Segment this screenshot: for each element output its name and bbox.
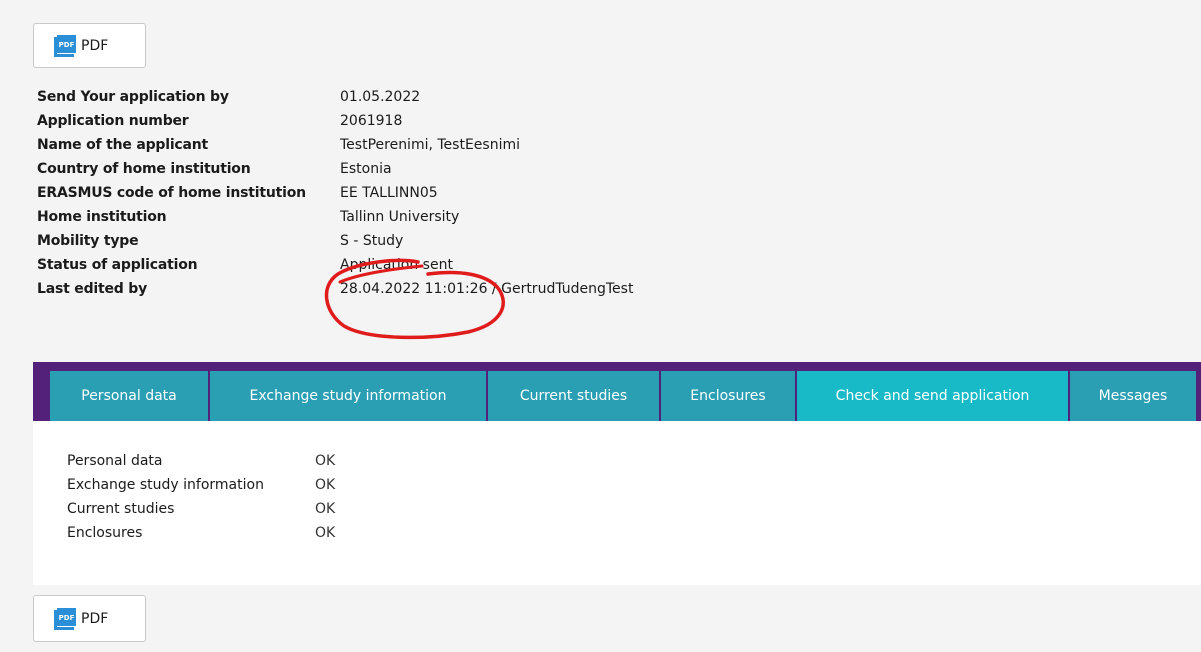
info-row-home-country: Country of home institution Estonia xyxy=(37,157,633,181)
section-label: Enclosures xyxy=(67,525,143,541)
list-item: Personal data OK xyxy=(67,449,335,473)
info-label: Send Your application by xyxy=(37,89,229,105)
info-value: 01.05.2022 xyxy=(340,89,421,105)
info-row-erasmus-code: ERASMUS code of home institution EE TALL… xyxy=(37,181,633,205)
tab-enclosures[interactable]: Enclosures xyxy=(661,371,795,421)
info-label: Home institution xyxy=(37,209,167,225)
info-row-home-institution: Home institution Tallinn University xyxy=(37,205,633,229)
pdf-icon: PDF xyxy=(54,34,76,57)
info-value: 2061918 xyxy=(340,113,403,129)
application-info: Send Your application by 01.05.2022 Appl… xyxy=(37,85,633,301)
section-label: Personal data xyxy=(67,453,163,469)
section-status: OK xyxy=(315,525,336,541)
pdf-download-button-top[interactable]: PDF PDF xyxy=(33,23,146,68)
info-label: Application number xyxy=(37,113,189,129)
info-label: Status of application xyxy=(37,257,198,273)
tab-exchange-study-information[interactable]: Exchange study information xyxy=(210,371,486,421)
pdf-icon: PDF xyxy=(54,607,76,630)
info-value: TestPerenimi, TestEesnimi xyxy=(340,137,520,153)
info-value: Estonia xyxy=(340,161,392,177)
info-row-application-number: Application number 2061918 xyxy=(37,109,633,133)
status-value: Application sent xyxy=(340,257,453,273)
section-status: OK xyxy=(315,453,336,469)
info-label: ERASMUS code of home institution xyxy=(37,185,306,201)
tab-personal-data[interactable]: Personal data xyxy=(50,371,208,421)
info-label: Name of the applicant xyxy=(37,137,209,153)
section-status: OK xyxy=(315,477,336,493)
pdf-button-label: PDF xyxy=(81,610,109,627)
list-item: Current studies OK xyxy=(67,497,335,521)
list-item: Exchange study information OK xyxy=(67,473,335,497)
section-status-list: Personal data OK Exchange study informat… xyxy=(67,449,335,545)
list-item: Enclosures OK xyxy=(67,521,335,545)
info-row-status: Status of application Application sent xyxy=(37,253,633,277)
tab-current-studies[interactable]: Current studies xyxy=(488,371,659,421)
info-value: S - Study xyxy=(340,233,404,249)
info-value: EE TALLINN05 xyxy=(340,185,438,201)
info-label: Country of home institution xyxy=(37,161,251,177)
pdf-download-button-bottom[interactable]: PDF PDF xyxy=(33,595,146,642)
check-and-send-panel: Personal data OK Exchange study informat… xyxy=(33,421,1201,585)
application-tab-bar: Personal data Exchange study information… xyxy=(33,362,1201,421)
pdf-button-label: PDF xyxy=(81,37,109,54)
info-label: Mobility type xyxy=(37,233,139,249)
info-row-applicant-name: Name of the applicant TestPerenimi, Test… xyxy=(37,133,633,157)
section-status: OK xyxy=(315,501,336,517)
info-label: Last edited by xyxy=(37,281,148,297)
info-value: Tallinn University xyxy=(340,209,460,225)
tab-messages[interactable]: Messages xyxy=(1070,371,1196,421)
section-label: Exchange study information xyxy=(67,477,264,493)
info-row-deadline: Send Your application by 01.05.2022 xyxy=(37,85,633,109)
svg-text:PDF: PDF xyxy=(59,41,75,49)
svg-text:PDF: PDF xyxy=(59,614,75,622)
tab-check-and-send-application[interactable]: Check and send application xyxy=(797,371,1068,421)
info-row-last-edited: Last edited by 28.04.2022 11:01:26 / Ger… xyxy=(37,277,633,301)
info-value: 28.04.2022 11:01:26 / GertrudTudengTest xyxy=(340,281,634,297)
info-row-mobility-type: Mobility type S - Study xyxy=(37,229,633,253)
section-label: Current studies xyxy=(67,501,175,517)
